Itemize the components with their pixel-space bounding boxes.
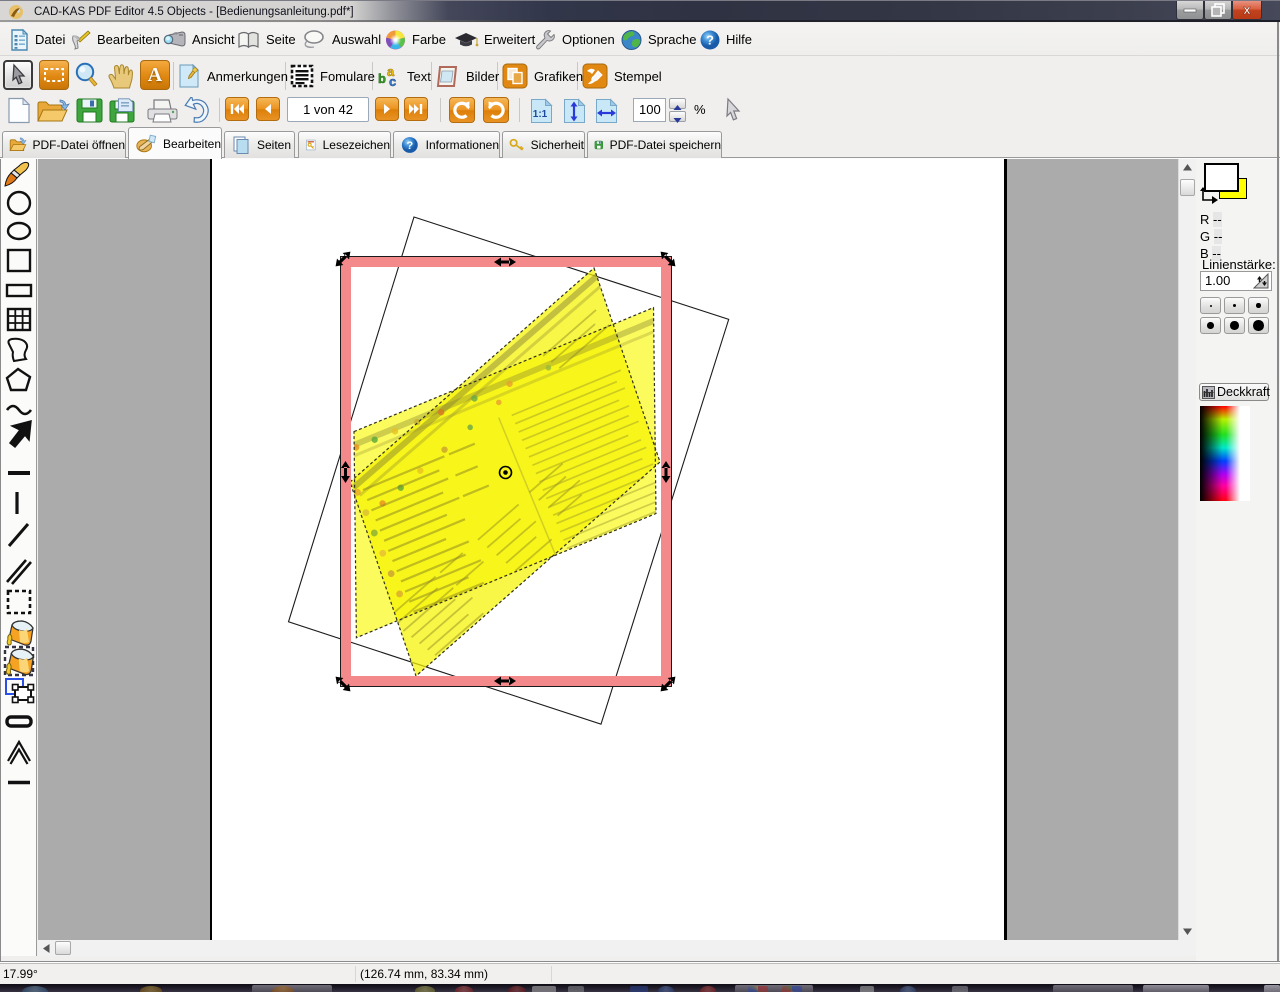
svg-text:1:1: 1:1 (533, 109, 548, 120)
svg-text:c: c (389, 74, 396, 89)
svg-text:?: ? (406, 140, 413, 152)
svg-text:b: b (378, 71, 386, 86)
svg-text:x: x (1243, 2, 1251, 17)
svg-text:?: ? (706, 32, 714, 47)
